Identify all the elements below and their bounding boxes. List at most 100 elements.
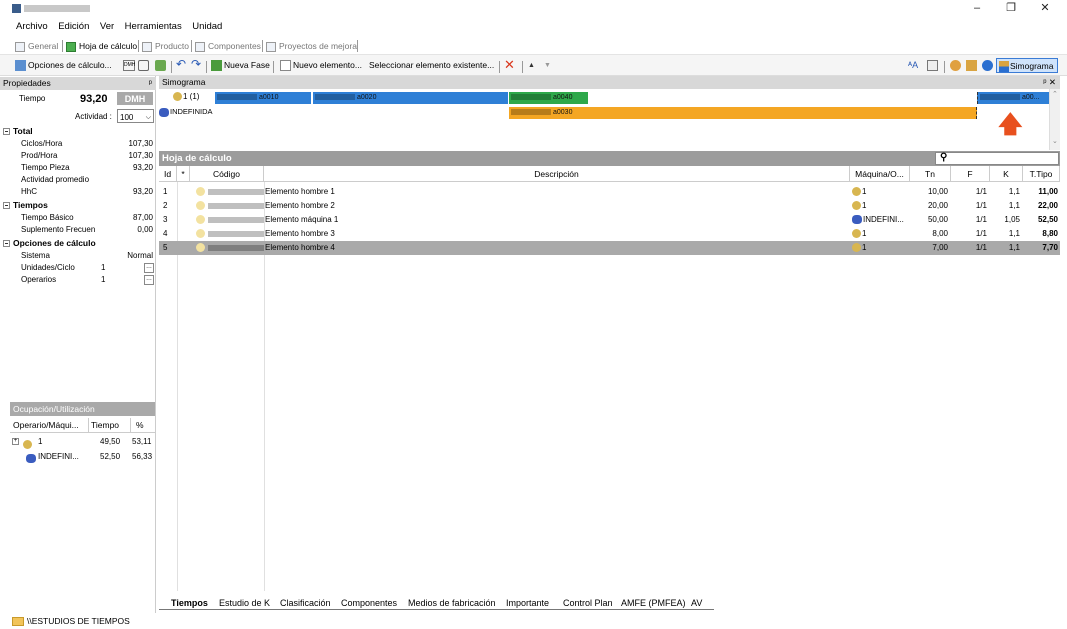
menu-edicion[interactable]: Edición (54, 17, 93, 36)
cell-tn[interactable]: 10,00 (910, 185, 948, 199)
update-button[interactable] (155, 58, 166, 73)
actividad-select[interactable]: 100 ⌵ (117, 109, 154, 123)
operarios-field[interactable]: 1 (101, 274, 105, 286)
tab-estudio-k[interactable]: Estudio de K (217, 596, 272, 610)
move-up-icon[interactable]: ▲ (528, 58, 535, 73)
ellipsis-button[interactable]: … (144, 263, 154, 273)
cell-maquina[interactable]: 1 (852, 227, 910, 241)
tab-av[interactable]: AV (689, 596, 704, 610)
move-down-icon[interactable]: ▼ (544, 58, 551, 73)
cell-ttipo[interactable]: 22,00 (1023, 199, 1058, 213)
tab-control-plan[interactable]: Control Plan (561, 596, 615, 610)
unidades-ciclo-field[interactable]: 1 (101, 262, 105, 274)
cell-f[interactable]: 1/1 (951, 199, 987, 213)
tab-general[interactable]: General (15, 39, 58, 53)
simo-bar-next[interactable]: a00... (977, 92, 1049, 104)
menu-archivo[interactable]: Archivo (12, 17, 52, 36)
collapse-icon[interactable] (3, 202, 10, 210)
section-opciones-calculo[interactable]: Opciones de cálculo (0, 237, 156, 249)
nueva-fase-button[interactable]: Nueva Fase (211, 58, 270, 73)
cell-k[interactable]: 1,1 (990, 199, 1020, 213)
table-row[interactable]: 3 Elemento máquina 1 INDEFINI... 50,00 1/1 1,… (159, 213, 1060, 227)
opciones-calculo-button[interactable]: Opciones de cálculo... (15, 58, 112, 73)
ocupacion-row[interactable]: INDEFINI... 52,50 56,33 (10, 450, 155, 464)
section-tiempos[interactable]: Tiempos (0, 199, 156, 211)
cell-descripcion[interactable]: Elemento hombre 1 (265, 185, 850, 199)
table-row[interactable]: 2 Elemento hombre 2 1 20,00 1/1 1,1 22,00 (159, 199, 1060, 213)
cell-codigo[interactable] (196, 227, 264, 241)
cell-descripcion[interactable]: Elemento hombre 3 (265, 227, 850, 241)
col-tiempo[interactable]: Tiempo (88, 418, 119, 433)
refresh-button[interactable] (138, 58, 149, 73)
cell-ttipo[interactable]: 8,80 (1023, 227, 1058, 241)
col-operario[interactable]: Operario/Máqui... (13, 418, 79, 433)
cell-ttipo[interactable]: 7,70 (1023, 241, 1058, 255)
cell-f[interactable]: 1/1 (951, 241, 987, 255)
cell-tn[interactable]: 50,00 (910, 213, 948, 227)
cell-id[interactable]: 3 (163, 213, 177, 227)
pin-close-icons[interactable]: ᵖ ✕ (1043, 76, 1056, 89)
cell-codigo[interactable] (196, 185, 264, 199)
col-maquina[interactable]: Máquina/O... (850, 166, 910, 182)
cell-ttipo[interactable]: 11,00 (1023, 185, 1058, 199)
tab-importante[interactable]: Importante (504, 596, 551, 610)
cell-k[interactable]: 1,1 (990, 185, 1020, 199)
col-tn[interactable]: Tn (910, 166, 951, 182)
collapse-icon[interactable] (3, 128, 10, 136)
search-input[interactable]: ⚲ (935, 152, 1059, 165)
menu-herramientas[interactable]: Herramientas (121, 17, 186, 36)
table-row[interactable]: 4 Elemento hombre 3 1 8,00 1/1 1,1 8,80 (159, 227, 1060, 241)
col-id[interactable]: Id (159, 166, 177, 182)
export-button[interactable] (966, 58, 977, 73)
ocupacion-row[interactable]: + 1 49,50 53,11 (10, 435, 155, 450)
help-button[interactable] (982, 58, 993, 73)
cell-maquina[interactable]: INDEFINI... (852, 213, 910, 227)
simo-bar-a0040[interactable]: a0040 (509, 92, 588, 104)
cell-tn[interactable]: 8,00 (910, 227, 948, 241)
col-percent[interactable]: % (130, 418, 155, 433)
cell-maquina[interactable]: 1 (852, 241, 910, 255)
cell-f[interactable]: 1/1 (951, 185, 987, 199)
cell-k[interactable]: 1,05 (990, 213, 1020, 227)
cell-descripcion[interactable]: Elemento hombre 2 (265, 199, 850, 213)
redo-icon[interactable]: ↷ (191, 58, 201, 73)
close-button[interactable]: ✕ (1030, 1, 1060, 16)
tab-tiempos[interactable]: Tiempos (169, 596, 210, 610)
cell-id[interactable]: 2 (163, 199, 177, 213)
tab-amfe[interactable]: AMFE (PMFEA) (619, 596, 688, 610)
simo-bar-a0010[interactable]: a0010 (215, 92, 312, 104)
col-codigo[interactable]: Código (190, 166, 264, 182)
tab-medios-fabricacion[interactable]: Medios de fabricación (406, 596, 498, 610)
options-button[interactable] (950, 58, 961, 73)
ellipsis-button[interactable]: … (144, 275, 154, 285)
tab-proyectos-de-mejora[interactable]: Proyectos de mejora (266, 39, 357, 53)
menu-unidad[interactable]: Unidad (188, 17, 226, 36)
cell-tn[interactable]: 20,00 (910, 199, 948, 213)
simo-bar-a0030[interactable]: a0030 (509, 107, 977, 119)
col-f[interactable]: F (951, 166, 990, 182)
col-ttipo[interactable]: T.Tipo (1023, 166, 1060, 182)
cell-maquina[interactable]: 1 (852, 199, 910, 213)
cell-codigo[interactable] (196, 199, 264, 213)
table-row[interactable]: 5 Elemento hombre 4 1 7,00 1/1 1,1 7,70 (159, 241, 1060, 255)
cell-f[interactable]: 1/1 (951, 213, 987, 227)
simograma-button[interactable]: Simograma (996, 58, 1058, 73)
tab-clasificacion[interactable]: Clasificación (278, 596, 333, 610)
report-button[interactable] (927, 58, 938, 73)
scroll-up-icon[interactable]: ⌃ (1052, 90, 1058, 98)
cell-codigo[interactable] (196, 241, 264, 255)
col-k[interactable]: K (990, 166, 1023, 182)
table-row[interactable]: 1 Elemento hombre 1 1 10,00 1/1 1,1 11,00 (159, 185, 1060, 199)
simo-scrollbar[interactable]: ⌃ ⌄ (1049, 89, 1060, 150)
cell-k[interactable]: 1,1 (990, 227, 1020, 241)
tab-componentes[interactable]: Componentes (195, 39, 261, 53)
cell-k[interactable]: 1,1 (990, 241, 1020, 255)
delete-icon[interactable]: ✕ (504, 58, 515, 73)
simo-bar-a0020[interactable]: a0020 (313, 92, 508, 104)
cell-descripcion[interactable]: Elemento hombre 4 (265, 241, 850, 255)
tab-producto[interactable]: Producto (142, 39, 189, 53)
pin-icon[interactable]: ᵖ (149, 77, 152, 90)
cell-codigo[interactable] (196, 213, 264, 227)
expand-icon[interactable]: + (12, 438, 19, 445)
minimize-button[interactable]: – (962, 1, 992, 16)
